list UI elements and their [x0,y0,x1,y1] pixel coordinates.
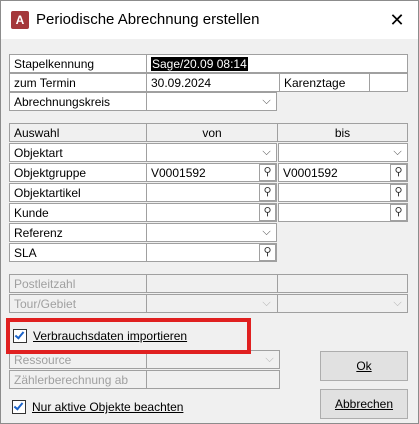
objektgruppe-label: Objektgruppe [9,163,147,182]
auswahl-header: Auswahl [9,123,147,142]
karenztage-input[interactable] [369,73,408,92]
chevron-down-icon[interactable]: ⌵ [258,144,275,161]
termin-input[interactable]: 30.09.2024 [146,73,280,92]
termin-label: zum Termin [9,73,147,92]
magnifier-icon[interactable]: ⚲ [390,204,407,221]
objektgruppe-bis-input[interactable]: V0001592 [278,163,408,182]
referenz-label: Referenz [9,223,147,242]
magnifier-icon[interactable]: ⚲ [259,244,276,261]
chevron-down-icon[interactable]: ⌵ [258,93,275,110]
chevron-down-icon[interactable]: ⌵ [258,224,275,241]
karenztage-label: Karenztage [279,73,370,92]
stapelkennung-label: Stapelkennung [9,54,147,73]
dialog-window: A Periodische Abrechnung erstellen ✕ Sta… [0,0,419,424]
checkmark-icon [14,329,25,340]
objektartikel-bis-input[interactable] [278,183,408,202]
chevron-down-icon[interactable]: ⌵ [389,144,406,161]
postleitzahl-von-input [146,274,278,293]
magnifier-icon[interactable]: ⚲ [259,204,276,221]
verbrauchsdaten-label[interactable]: Verbrauchsdaten importieren [33,329,187,343]
postleitzahl-label: Postleitzahl [9,274,147,293]
magnifier-icon[interactable]: ⚲ [390,184,407,201]
objektartikel-label: Objektartikel [9,183,147,202]
magnifier-icon[interactable]: ⚲ [259,184,276,201]
ok-button[interactable]: Ok [320,351,408,381]
zaehlerberechnung-label: Zählerberechnung ab [9,370,147,389]
window-title: Periodische Abrechnung erstellen [36,11,260,28]
nur-aktive-label[interactable]: Nur aktive Objekte beachten [32,400,183,414]
abrechnungskreis-label: Abrechnungskreis [9,92,147,111]
chevron-down-icon: ⌵ [389,295,406,312]
kunde-von-input[interactable] [146,203,277,222]
von-header: von [146,123,278,142]
title-bar: A Periodische Abrechnung erstellen ✕ [1,1,418,39]
zaehlerberechnung-input [146,370,280,389]
bis-header: bis [277,123,408,142]
kunde-label: Kunde [9,203,147,222]
access-app-icon: A [11,11,29,29]
sla-label: SLA [9,243,147,262]
chevron-down-icon: ⌵ [258,295,275,312]
sla-input[interactable] [146,243,277,262]
kunde-bis-input[interactable] [278,203,408,222]
abbrechen-button[interactable]: Abbrechen [320,389,408,419]
tour-label: Tour/Gebiet [9,294,147,313]
verbrauchsdaten-checkbox[interactable] [13,329,27,343]
magnifier-icon[interactable]: ⚲ [259,164,276,181]
objektgruppe-von-input[interactable]: V0001592 [146,163,277,182]
objektartikel-von-input[interactable] [146,183,277,202]
postleitzahl-bis-input [277,274,408,293]
objektart-label: Objektart [9,143,147,162]
nur-aktive-checkbox[interactable] [12,400,26,414]
checkmark-icon [13,400,24,411]
chevron-down-icon: ⌵ [261,351,278,368]
magnifier-icon[interactable]: ⚲ [390,164,407,181]
close-icon[interactable]: ✕ [382,5,412,35]
stapelkennung-input[interactable]: Sage/20.09 08:14 [146,54,408,73]
